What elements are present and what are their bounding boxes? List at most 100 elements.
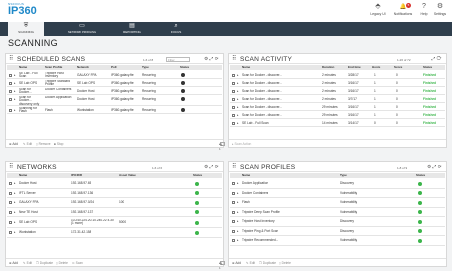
expand-icon[interactable]: ▸ xyxy=(237,111,239,119)
col-name[interactable]: Name xyxy=(19,173,27,178)
app-logo[interactable]: NSFOCUS IP360 xyxy=(8,2,44,17)
row-checkbox[interactable] xyxy=(232,220,235,224)
legacy-ui-button[interactable]: ⬘ Legacy UI xyxy=(366,2,390,20)
row-checkbox[interactable] xyxy=(232,210,235,214)
notifications-button[interactable]: 🔔 Notifications xyxy=(390,2,416,20)
expand-icon[interactable]: ▸ xyxy=(14,189,16,199)
row-checkbox[interactable] xyxy=(9,97,12,101)
expand-icon[interactable]: ▸ xyxy=(237,227,239,237)
expand-icon[interactable]: ▸ xyxy=(14,79,16,87)
row-checkbox[interactable] xyxy=(9,73,12,77)
expand-icon[interactable]: ▸ xyxy=(14,228,16,238)
table-row[interactable]: ▸ GALAXY FPA 192.168.97.0/24 100 xyxy=(7,198,222,208)
table-row[interactable]: ▸ Workstation 172.31.42.158 xyxy=(7,228,222,238)
col-status[interactable]: Status xyxy=(416,173,425,178)
row-checkbox[interactable] xyxy=(9,182,12,186)
duplicate-button[interactable]: ❐ Duplicate xyxy=(36,259,53,267)
table-row[interactable]: ▸ Scan for Docker - discover... 2 minutes 3… xyxy=(230,79,445,87)
row-checkbox[interactable] xyxy=(232,81,235,85)
next-page-icon[interactable]: › xyxy=(219,142,220,147)
edit-button[interactable]: ✎ Edit xyxy=(23,140,32,148)
col-name[interactable]: Name xyxy=(242,173,250,178)
expand-icon[interactable]: ▸ xyxy=(237,189,239,199)
expand-icon[interactable]: ▸ xyxy=(14,95,16,103)
tab-focus[interactable]: ⌕ FOCUS xyxy=(158,22,194,36)
expand-icon[interactable]: ▸ xyxy=(14,217,16,228)
row-checkbox[interactable] xyxy=(232,182,235,186)
edit-button[interactable]: ✎ Edit xyxy=(23,259,32,267)
remove-button[interactable]: ▯ Remove xyxy=(36,140,51,148)
add-button[interactable]: ⊕ Add xyxy=(9,259,18,267)
table-row[interactable]: ▸ New TE Host 192.168.97.137 xyxy=(7,208,222,218)
expand-icon[interactable]: ▸ xyxy=(237,236,239,246)
expand-icon[interactable]: ▸ xyxy=(237,79,239,87)
col-poll[interactable]: Poll xyxy=(111,65,117,70)
table-row[interactable]: ▸ SE Lab OPS Tripwire Standard Profile SE L… xyxy=(7,79,222,87)
table-row[interactable]: ▸ Scan for Docker... Docker Containers Dock… xyxy=(7,87,222,95)
panel-tools[interactable]: ⤢⟳ xyxy=(432,56,443,61)
table-row[interactable]: ▸ SE Lab OPS 10.240.224.20-10.240.22 4.30 … xyxy=(7,217,222,228)
expand-icon[interactable]: ▸ xyxy=(237,95,239,103)
col-status[interactable]: Status xyxy=(423,65,432,70)
table-row[interactable]: ▸ Scan for Docker - discover... 2 minutes 3… xyxy=(230,71,445,79)
col-name[interactable]: Name xyxy=(19,65,27,70)
row-checkbox[interactable] xyxy=(9,191,12,195)
col-asset-value[interactable]: Asset Value xyxy=(119,173,136,178)
table-row[interactable]: ▸ Scanning for Flash Flash Workstation IP360… xyxy=(7,106,222,114)
table-row[interactable]: ▸ Scan for Docker - discover... 29 minutes… xyxy=(230,103,445,111)
row-checkbox[interactable] xyxy=(9,89,12,93)
duplicate-button[interactable]: ❐ Duplicate xyxy=(259,259,276,267)
scan-button[interactable]: ⊙ Scan xyxy=(72,259,83,267)
table-row[interactable]: ▸ Flash Vulnerability xyxy=(230,198,445,208)
table-row[interactable]: ▸ SE Lab - Full Scan 14 minutes 3/14/17 0 0 Fi… xyxy=(230,119,445,127)
row-checkbox[interactable] xyxy=(232,121,235,125)
col-score[interactable]: Score xyxy=(394,65,402,70)
row-checkbox[interactable] xyxy=(232,239,235,243)
expand-icon[interactable]: ▸ xyxy=(14,179,16,189)
delete-button[interactable]: ▯ Delete xyxy=(279,259,291,267)
col-status[interactable]: Status xyxy=(180,65,189,70)
table-row[interactable]: ▸ Tripwire Host Inventory Discovery xyxy=(230,217,445,227)
row-checkbox[interactable] xyxy=(232,105,235,109)
next-page-icon[interactable]: › xyxy=(219,261,220,266)
panel-tools[interactable]: ⚙⤢⟳ xyxy=(204,56,220,62)
filter-input[interactable]: Filter xyxy=(166,56,190,62)
table-row[interactable]: ▸ Tripwire Ping & Port Scan Discovery xyxy=(230,227,445,237)
expand-icon[interactable]: ▸ xyxy=(237,103,239,111)
col-status[interactable]: Status xyxy=(193,173,202,178)
table-row[interactable]: ▸ Scan for Docker - discover... 2 minutes 3… xyxy=(230,95,445,103)
col-network[interactable]: Network xyxy=(77,65,89,70)
table-row[interactable]: ▸ Docker Host 192.168.97.65 xyxy=(7,179,222,189)
row-checkbox[interactable] xyxy=(9,108,12,112)
table-row[interactable]: ▸ Scan for Docker - discover... 2 minutes 3… xyxy=(230,87,445,95)
expand-icon[interactable]: ▸ xyxy=(14,198,16,208)
row-checkbox[interactable] xyxy=(232,191,235,195)
tab-scanning[interactable]: ⛨ SCANNING xyxy=(8,22,44,36)
expand-icon[interactable]: ▸ xyxy=(14,208,16,218)
col-name[interactable]: Name xyxy=(242,65,250,70)
table-row[interactable]: ▸ Scan for Docker... discovery only Docker… xyxy=(7,95,222,106)
tab-network-profiling[interactable]: ▭ NETWORK PROFILING xyxy=(60,22,104,36)
expand-icon[interactable]: ▸ xyxy=(237,198,239,208)
table-row[interactable]: ▸ Docker Containers Vulnerability xyxy=(230,189,445,199)
col-scan-profile[interactable]: Scan Profile xyxy=(45,65,62,70)
settings-button[interactable]: ⚙ Settings xyxy=(430,2,450,20)
delete-button[interactable]: ▯ Delete xyxy=(56,259,68,267)
stop-button[interactable]: ■ Stop xyxy=(54,140,63,148)
col-end-time[interactable]: End time xyxy=(348,65,361,70)
expand-icon[interactable]: ▸ xyxy=(14,87,16,95)
table-row[interactable]: ▸ Scan for Docker - discover... 29 minutes… xyxy=(230,111,445,119)
col-duration[interactable]: Duration xyxy=(322,65,334,70)
col-type[interactable]: Type xyxy=(142,65,149,70)
expand-icon[interactable]: ▸ xyxy=(237,179,239,189)
expand-icon[interactable]: ▸ xyxy=(14,71,16,79)
row-checkbox[interactable] xyxy=(9,210,12,214)
row-checkbox[interactable] xyxy=(9,231,12,235)
expand-icon[interactable]: ▸ xyxy=(237,71,239,79)
panel-tools[interactable]: ⚙⤢⟳ xyxy=(204,164,220,170)
row-checkbox[interactable] xyxy=(9,201,12,205)
table-row[interactable]: ▸ Docker Application Discovery xyxy=(230,179,445,189)
row-checkbox[interactable] xyxy=(9,221,12,224)
edit-button[interactable]: ✎ Edit xyxy=(246,259,255,267)
scan-action-button[interactable]: ▸ Scan Action xyxy=(232,140,251,148)
